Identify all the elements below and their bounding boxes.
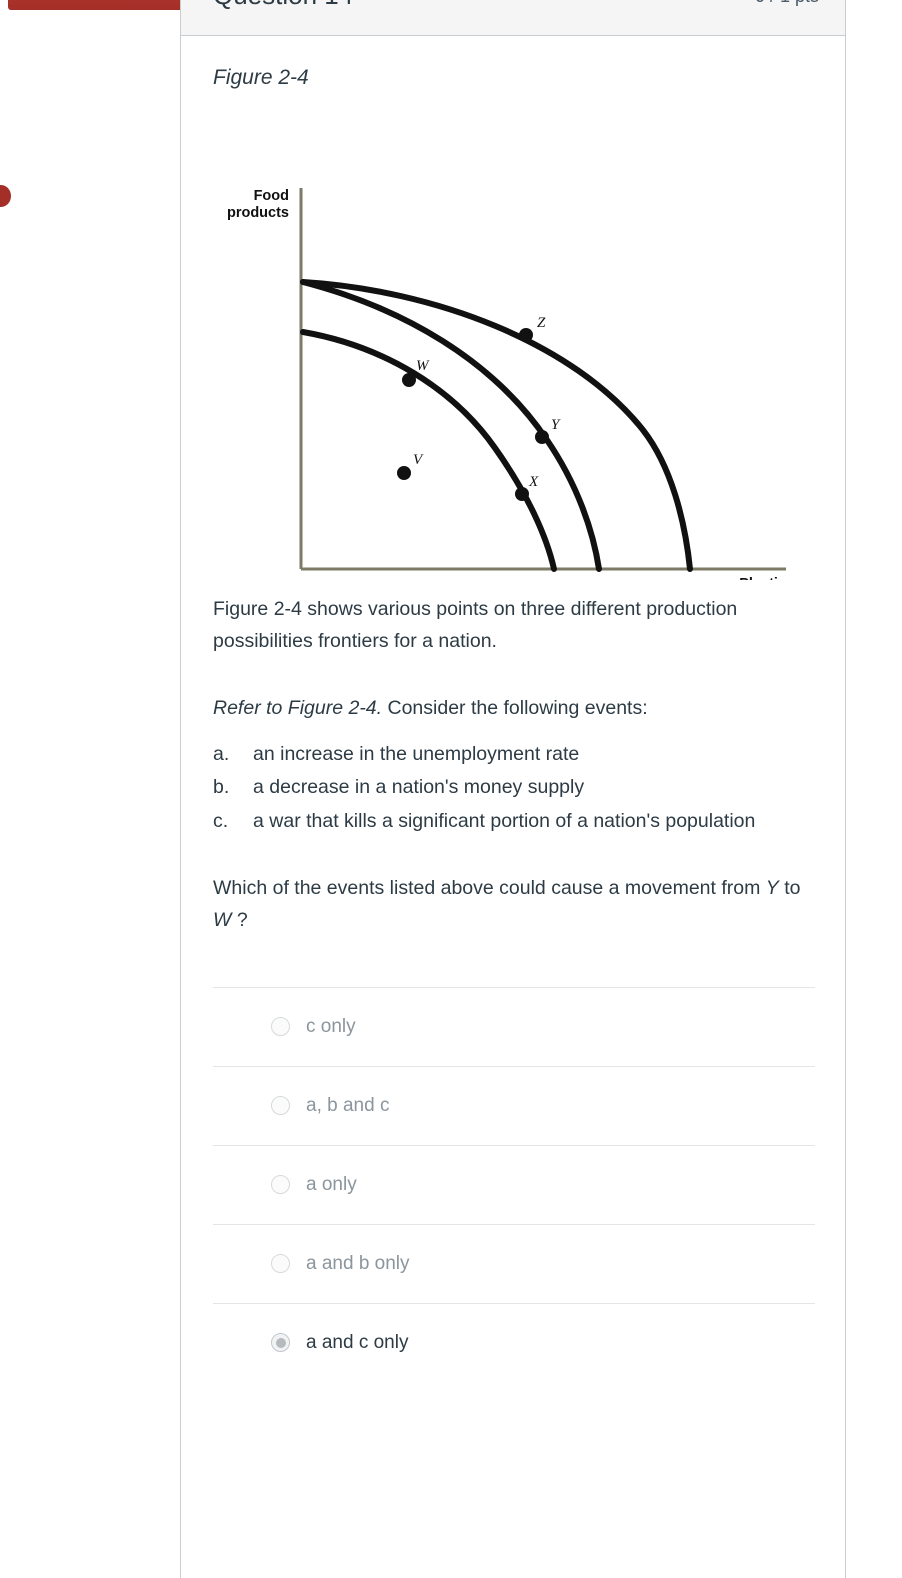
ppf-curve-outer: [300, 279, 693, 572]
data-point-label-v: V: [413, 452, 424, 468]
ppf-curve-inner: [300, 329, 557, 572]
question-body: Figure 2-4 Food products Z W Y V X Figur…: [213, 66, 815, 1382]
figure-title: Figure 2-4: [213, 66, 309, 89]
data-point-label-z: Z: [537, 315, 546, 331]
question-header: Question 14 0 / 1 pts: [181, 0, 845, 36]
incorrect-status-banner: Incorrect: [8, 0, 217, 10]
event-marker: b.: [213, 776, 230, 799]
answer-option-a-only[interactable]: a only: [213, 1144, 815, 1224]
event-marker: a.: [213, 742, 230, 765]
data-point-label-x: X: [528, 474, 539, 490]
question-title: Question 14: [213, 0, 353, 11]
prompt-point-to: W: [213, 909, 232, 932]
data-point-label-w: W: [416, 358, 430, 374]
incorrect-marker-dot: [0, 185, 11, 207]
answer-options: c only a, b and c a only a and b only a …: [213, 986, 815, 1382]
event-text: a war that kills a significant portion o…: [253, 809, 756, 832]
prompt-point-from: Y: [765, 877, 779, 900]
answer-option-a-b-and-c[interactable]: a, b and c: [213, 1065, 815, 1145]
radio-icon-selected[interactable]: [271, 1333, 290, 1353]
prompt-mid-text: to: [778, 877, 801, 900]
question-prompt: Which of the events listed above could c…: [213, 873, 815, 936]
refer-line: Refer to Figure 2-4. Consider the follow…: [213, 693, 815, 725]
refer-italic-text: Refer to Figure 2-4.: [213, 697, 383, 720]
prompt-post-text: ?: [231, 909, 248, 932]
x-axis-label-line1: Plastic: [739, 576, 786, 580]
y-axis-label-line1: Food: [254, 188, 289, 204]
event-text: an increase in the unemployment rate: [253, 742, 580, 765]
radio-icon[interactable]: [271, 1017, 290, 1037]
refer-rest-text: Consider the following events:: [382, 697, 648, 720]
y-axis-label-line2: products: [227, 205, 289, 221]
answer-label: a only: [306, 1173, 357, 1195]
left-gutter: Incorrect: [0, 0, 217, 1578]
data-point-z: [519, 328, 533, 342]
data-point-v: [397, 466, 411, 480]
event-marker: c.: [213, 809, 229, 832]
radio-icon[interactable]: [271, 1096, 290, 1116]
data-point-label-y: Y: [551, 417, 561, 433]
answer-option-c-only[interactable]: c only: [213, 986, 815, 1066]
data-point-x: [515, 487, 529, 501]
radio-icon[interactable]: [271, 1175, 290, 1195]
radio-icon[interactable]: [271, 1254, 290, 1274]
answer-option-a-and-c-only[interactable]: a and c only: [213, 1302, 815, 1382]
answer-option-a-and-b-only[interactable]: a and b only: [213, 1223, 815, 1303]
data-point-y: [535, 430, 549, 444]
event-text: a decrease in a nation's money supply: [253, 776, 585, 799]
events-list: a. an increase in the unemployment rate …: [213, 739, 815, 838]
prompt-pre-text: Which of the events listed above could c…: [213, 877, 766, 900]
list-item: b. a decrease in a nation's money supply: [213, 772, 815, 804]
question-card: Question 14 0 / 1 pts Figure 2-4 Food pr…: [180, 0, 846, 1578]
list-item: a. an increase in the unemployment rate: [213, 739, 815, 771]
answer-label: c only: [306, 1015, 356, 1037]
question-points: 0 / 1 pts: [755, 0, 819, 7]
figure-description: Figure 2-4 shows various points on three…: [213, 598, 738, 652]
answer-label: a, b and c: [306, 1094, 390, 1116]
answer-label: a and c only: [306, 1331, 409, 1353]
answer-label: a and b only: [306, 1252, 410, 1274]
ppf-chart: Food products Z W Y V X: [213, 110, 813, 580]
list-item: c. a war that kills a significant portio…: [213, 806, 815, 838]
data-point-w: [402, 373, 416, 387]
